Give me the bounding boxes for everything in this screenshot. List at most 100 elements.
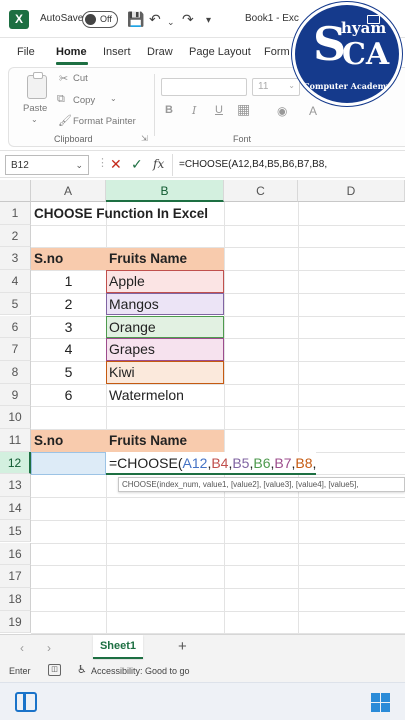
taskbar — [0, 682, 405, 720]
font-size-value: 11 — [258, 81, 269, 92]
header-sno[interactable]: S.no — [31, 248, 106, 270]
format-painter-icon: 🖌 — [58, 115, 72, 127]
tab-file[interactable]: File — [17, 46, 35, 58]
cell-a12[interactable] — [31, 452, 106, 475]
sno-cell[interactable]: 3 — [31, 316, 106, 339]
format-painter-button[interactable]: Format Painter — [73, 116, 136, 127]
undo-icon[interactable]: ↶ — [149, 10, 161, 28]
fruit-name-cell[interactable]: Grapes — [106, 338, 224, 361]
tab-home[interactable]: Home — [56, 46, 87, 58]
sheet-tab-sheet1[interactable]: Sheet1 — [93, 635, 143, 659]
select-all-corner[interactable] — [0, 180, 31, 202]
editing-cell-b12[interactable]: =CHOOSE(A12,B4,B5,B6,B7,B8, — [106, 452, 317, 475]
row-header-6[interactable]: 6 — [0, 315, 31, 339]
sno-cell[interactable]: 4 — [31, 338, 106, 361]
row-header-10[interactable]: 10 — [0, 406, 31, 429]
header-fruits-name-2[interactable]: Fruits Name — [106, 430, 224, 452]
gridline-horizontal — [31, 497, 405, 499]
save-icon[interactable]: 💾 — [127, 10, 144, 28]
row-header-14[interactable]: 14 — [0, 497, 31, 520]
undo-dropdown-icon[interactable]: ⌄ — [167, 13, 175, 31]
formula-bar-grip-icon: ⋮ — [97, 157, 108, 169]
accessibility-status[interactable]: Accessibility: Good to go — [91, 666, 190, 676]
autosave-state: Off — [100, 14, 112, 24]
prev-sheet-icon[interactable]: ‹ — [20, 641, 24, 655]
clipboard-launcher-icon[interactable]: ⇲ — [141, 134, 148, 143]
fruit-name-cell[interactable]: Mangos — [106, 292, 224, 316]
row-header-9[interactable]: 9 — [0, 383, 31, 407]
copy-dropdown-icon[interactable]: ⌄ — [110, 94, 117, 103]
column-header-d[interactable]: D — [298, 180, 405, 202]
formula-input[interactable]: =CHOOSE(A12,B4,B5,B6,B7,B8, — [172, 154, 405, 176]
copy-icon: ⧉ — [57, 93, 65, 105]
enter-checkmark-icon[interactable]: ✓ — [131, 156, 143, 172]
status-bar: Enter ◫ ♿ Accessibility: Good to go — [0, 660, 405, 682]
sno-cell[interactable]: 5 — [31, 361, 106, 384]
name-box[interactable]: B12 ⌄ — [5, 155, 89, 175]
fruit-name-cell[interactable]: Apple — [106, 270, 224, 293]
copy-button[interactable]: Copy — [73, 95, 95, 106]
font-size-box[interactable]: 11 ⌄ — [252, 78, 300, 96]
row-header-11[interactable]: 11 — [0, 429, 31, 452]
sno-cell[interactable]: 6 — [31, 384, 106, 407]
tab-insert[interactable]: Insert — [103, 46, 131, 58]
row-header-12[interactable]: 12 — [0, 451, 31, 475]
fill-color-icon[interactable]: ◉ — [277, 104, 287, 118]
tab-draw[interactable]: Draw — [147, 46, 173, 58]
widgets-icon[interactable] — [15, 692, 37, 712]
sheet-title-cell[interactable]: CHOOSE Function In Excel — [31, 203, 208, 225]
column-header-a[interactable]: A — [31, 180, 106, 202]
row-header-18[interactable]: 18 — [0, 587, 31, 611]
bold-button[interactable]: B — [165, 104, 173, 116]
redo-icon[interactable]: ↷ — [182, 10, 194, 28]
add-sheet-icon[interactable]: + — [178, 638, 187, 655]
formula-token: , — [312, 455, 317, 471]
row-header-4[interactable]: 4 — [0, 270, 31, 293]
row-header-16[interactable]: 16 — [0, 542, 31, 566]
document-title: Book1 - Exc — [245, 13, 299, 24]
row-header-1[interactable]: 1 — [0, 202, 31, 225]
insert-function-icon[interactable]: fx — [153, 157, 164, 171]
header-fruits-name[interactable]: Fruits Name — [106, 248, 224, 270]
worksheet-grid[interactable]: A B C D 1 2 3 4 5 6 7 8 9 10 11 12 13 14 15 16 17 18 19 CH… — [0, 180, 405, 635]
underline-button[interactable]: U — [215, 104, 223, 116]
fruit-name-cell[interactable]: Watermelon — [106, 384, 224, 407]
formula-token: B6 — [253, 455, 271, 471]
row-header-3[interactable]: 3 — [0, 247, 31, 271]
row-header-2[interactable]: 2 — [0, 224, 31, 248]
row-header-7[interactable]: 7 — [0, 338, 31, 361]
logo-computer-icon — [367, 15, 380, 24]
paste-dropdown-icon[interactable]: ⌄ — [31, 115, 38, 124]
sno-cell[interactable]: 2 — [31, 293, 106, 316]
sno-cell[interactable]: 1 — [31, 270, 106, 293]
row-header-5[interactable]: 5 — [0, 292, 31, 316]
tab-formulas[interactable]: Form — [264, 46, 290, 58]
paste-button-label[interactable]: Paste — [23, 103, 47, 114]
quick-access-caret-icon[interactable]: ▾ — [206, 12, 211, 30]
row-header-8[interactable]: 8 — [0, 360, 31, 384]
italic-button[interactable]: I — [192, 104, 196, 117]
fruit-name-cell[interactable]: Kiwi — [106, 360, 224, 384]
column-header-b[interactable]: B — [106, 180, 224, 202]
next-sheet-icon[interactable]: › — [47, 641, 51, 655]
cut-button[interactable]: Cut — [73, 73, 88, 84]
cancel-icon[interactable]: ✕ — [110, 156, 122, 172]
row-header-17[interactable]: 17 — [0, 565, 31, 588]
header-sno-2[interactable]: S.no — [31, 430, 106, 452]
column-header-c[interactable]: C — [224, 180, 298, 202]
row-header-15[interactable]: 15 — [0, 519, 31, 543]
fruit-name-cell[interactable]: Orange — [106, 315, 224, 339]
gridline-horizontal — [31, 519, 405, 521]
row-header-19[interactable]: 19 — [0, 610, 31, 634]
name-box-dropdown-icon[interactable]: ⌄ — [75, 160, 83, 171]
function-argument-tooltip[interactable]: CHOOSE(index_num, value1, [value2], [val… — [118, 477, 405, 492]
row-header-13[interactable]: 13 — [0, 474, 31, 498]
autosave-toggle[interactable]: Off — [82, 11, 118, 28]
windows-start-icon[interactable] — [371, 693, 390, 712]
tab-page-layout[interactable]: Page Layout — [189, 46, 251, 58]
paste-icon[interactable] — [27, 72, 47, 99]
macro-record-icon[interactable]: ◫ — [48, 664, 61, 676]
borders-icon[interactable]: ▦ — [237, 101, 250, 118]
font-name-box[interactable] — [161, 78, 247, 96]
font-color-icon[interactable]: A — [309, 104, 317, 118]
